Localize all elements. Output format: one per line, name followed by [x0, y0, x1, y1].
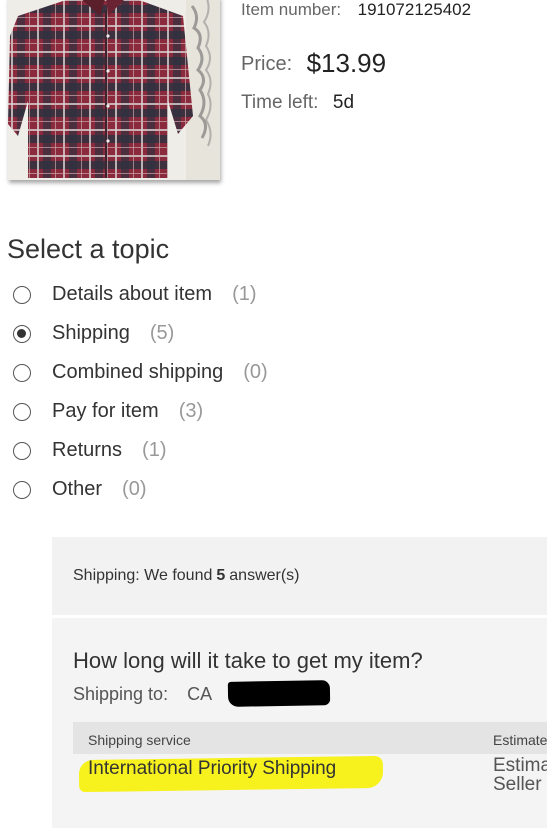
topic-count: (0) [243, 361, 268, 383]
topic-option-other[interactable]: Other (0) [13, 470, 268, 509]
radio-button-icon[interactable] [13, 480, 31, 499]
shipping-to-row: Shipping to: CA [73, 684, 212, 705]
item-number-row: Item number: 191072125402 [241, 0, 471, 20]
plaid-shirt-image [8, 0, 220, 180]
estimated-line-2: Seller [493, 774, 542, 795]
col-shipping-service: Shipping service [88, 732, 191, 748]
answers-found-bar: Shipping: We found 5 answer(s) [52, 537, 547, 615]
topic-count: (3) [178, 400, 204, 422]
topic-option-pay-for-item[interactable]: Pay for item (3) [13, 392, 268, 431]
redaction-mark [227, 680, 331, 707]
topic-option-shipping[interactable]: Shipping (5) [13, 314, 268, 353]
estimated-line-1: Estima [493, 755, 547, 776]
shipping-to-value: CA [187, 684, 213, 704]
shipping-table-row: International Priority Shipping Estima S… [73, 754, 547, 812]
topic-count: (1) [142, 439, 167, 461]
radio-button-checked-icon[interactable] [13, 324, 31, 343]
time-left-value: 5d [332, 92, 355, 113]
estimated-cell: Estima Seller [493, 756, 547, 794]
topic-radio-list: Details about item (1) Shipping (5) Comb… [13, 275, 268, 509]
radio-button-icon[interactable] [13, 285, 31, 304]
topic-label: Other [52, 478, 103, 500]
topic-label: Returns [52, 439, 123, 461]
answers-panel: Shipping: We found 5 answer(s) How long … [52, 537, 547, 828]
col-estimated: Estimate [493, 732, 547, 748]
topic-count: (1) [232, 283, 257, 305]
item-number-value: 191072125402 [357, 0, 472, 19]
found-prefix: Shipping: We found [73, 567, 213, 584]
product-thumbnail[interactable] [8, 0, 220, 180]
answer-question: How long will it take to get my item? [73, 648, 423, 673]
topic-label: Shipping [52, 322, 130, 344]
topic-count: (0) [122, 478, 147, 500]
shipping-table-header: Shipping service Estimate [73, 722, 547, 754]
price-label: Price: [241, 53, 293, 75]
shipping-to-label: Shipping to: [73, 684, 169, 704]
item-number-label: Item number: [241, 0, 342, 19]
answer-card: How long will it take to get my item? Sh… [52, 618, 547, 828]
radio-button-icon[interactable] [13, 363, 31, 382]
price-value: $13.99 [306, 48, 387, 78]
topic-label: Pay for item [52, 400, 159, 422]
topic-option-details[interactable]: Details about item (1) [13, 275, 268, 314]
price-row: Price: $13.99 [241, 46, 387, 78]
select-topic-heading: Select a topic [7, 234, 170, 264]
found-count: 5 [216, 567, 226, 584]
topic-option-returns[interactable]: Returns (1) [13, 431, 268, 470]
radio-button-icon[interactable] [13, 402, 31, 421]
found-suffix: answer(s) [229, 567, 300, 584]
radio-button-icon[interactable] [13, 441, 31, 460]
topic-option-combined-shipping[interactable]: Combined shipping (0) [13, 353, 268, 392]
topic-label: Combined shipping [52, 361, 224, 383]
time-left-row: Time left: 5d [241, 92, 354, 114]
time-left-label: Time left: [241, 92, 319, 113]
shipping-service-name: International Priority Shipping [88, 758, 337, 779]
topic-label: Details about item [52, 283, 213, 305]
topic-count: (5) [149, 322, 175, 344]
